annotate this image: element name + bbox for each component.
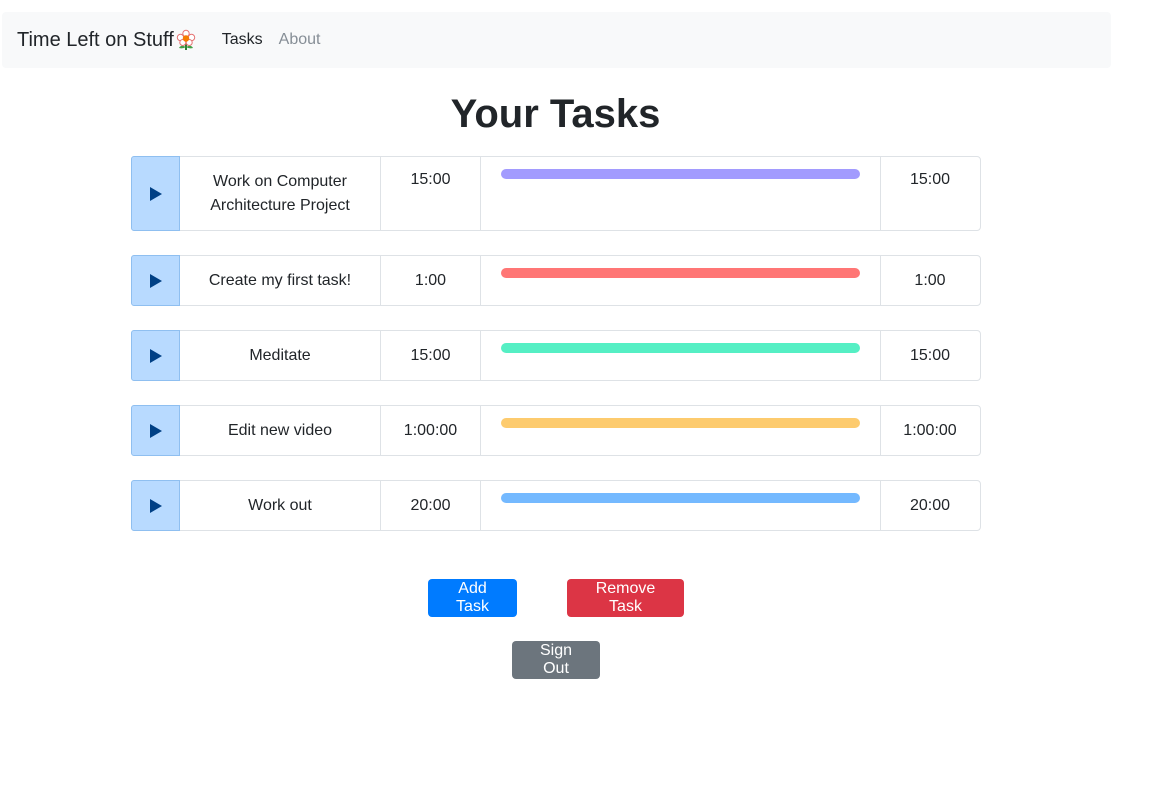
play-button[interactable] [131,405,180,456]
task-remaining: 20:00 [880,481,979,530]
brand-link[interactable]: Time Left on Stuff [17,29,197,52]
progress-bar [501,169,860,179]
brand-title: Time Left on Stuff [17,28,174,51]
add-task-button[interactable]: Add Task [428,579,517,617]
page-title: Your Tasks [450,92,661,136]
play-button[interactable] [131,255,180,306]
progress-cell [480,256,880,305]
play-icon [149,423,162,438]
play-button[interactable] [131,156,180,231]
play-icon [149,348,162,363]
task-name: Meditate [249,346,311,364]
task-name: Work out [248,496,312,514]
progress-cell [480,157,880,230]
task-duration: 15:00 [380,331,480,380]
task-row: Work out 20:00 20:00 [131,480,981,531]
task-name: Create my first task! [208,271,352,289]
play-button[interactable] [131,330,180,381]
remove-task-button[interactable]: Remove Task [567,579,684,617]
task-row: Work on Computer Architecture Project 15:… [131,156,981,231]
progress-cell [480,481,880,530]
task-row: Create my first task! 1:00 1:00 [131,255,981,306]
progress-bar [501,493,860,503]
progress-bar [501,418,860,428]
progress-cell [480,406,880,455]
play-icon [149,186,162,201]
play-icon [149,498,162,513]
progress-cell [480,331,880,380]
nav-about-link[interactable]: About [279,31,321,49]
navbar: Time Left on Stuff Tasks About [2,12,1111,68]
progress-bar [501,343,860,353]
play-button[interactable] [131,480,180,531]
nav-tasks-link[interactable]: Tasks [222,31,263,49]
task-duration: 1:00:00 [380,406,480,455]
flower-icon [175,29,197,51]
task-row: Meditate 15:00 15:00 [131,330,981,381]
sign-out-button[interactable]: Sign Out [512,641,600,679]
task-duration: 15:00 [380,157,480,230]
progress-bar [501,268,860,278]
task-name: Edit new video [227,421,333,439]
task-remaining: 1:00:00 [880,406,979,455]
task-remaining: 1:00 [880,256,979,305]
task-remaining: 15:00 [880,331,979,380]
task-duration: 1:00 [380,256,480,305]
task-row: Edit new video 1:00:00 1:00:00 [131,405,981,456]
task-name: Work on Computer Architecture Project [210,172,350,214]
play-icon [149,273,162,288]
task-duration: 20:00 [380,481,480,530]
task-remaining: 15:00 [880,157,979,230]
